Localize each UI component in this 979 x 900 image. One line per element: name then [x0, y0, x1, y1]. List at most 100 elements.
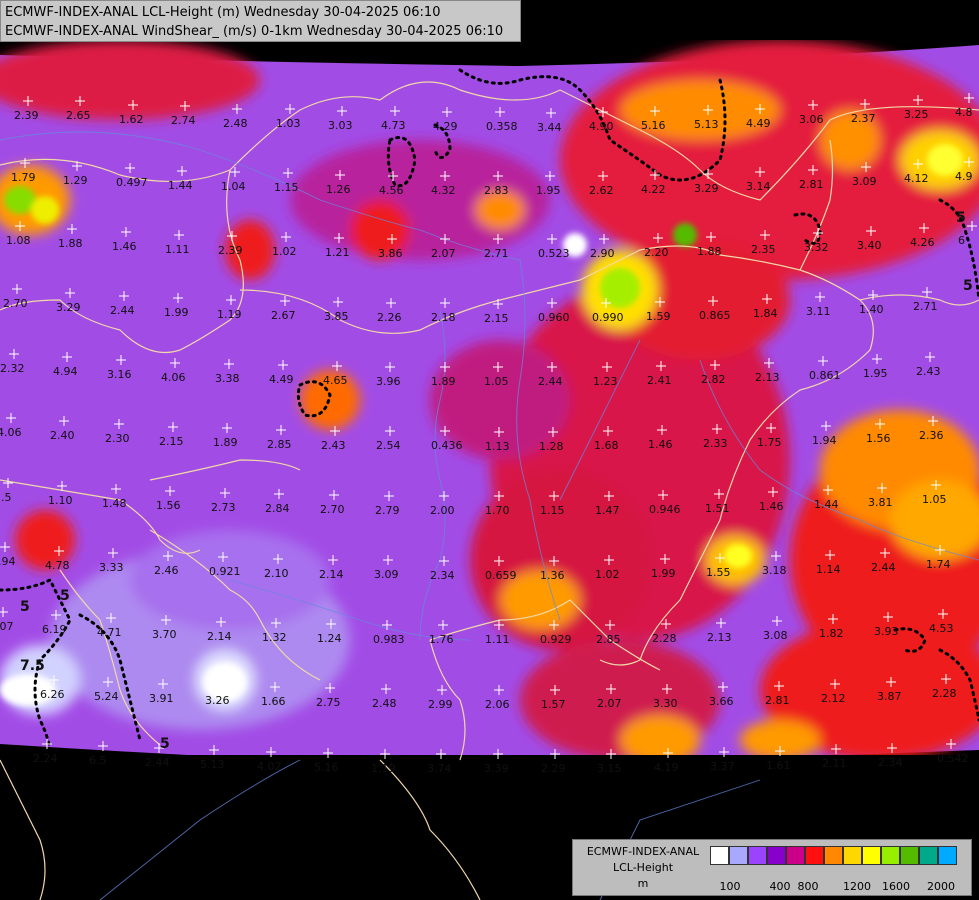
station-value: 1.84: [753, 307, 778, 320]
color-legend: ECMWF-INDEX-ANAL LCL-Height m 100 400 800 1…: [572, 839, 972, 896]
station-value: 3.81: [868, 496, 893, 509]
station-value: 2.29: [541, 762, 566, 775]
station-value: 5.16: [641, 119, 666, 132]
station-value: 2.43: [321, 439, 346, 452]
station-value: 2.39: [14, 109, 39, 122]
station-value: 2.40: [50, 429, 75, 442]
station-value: 1.56: [156, 499, 181, 512]
station-value: 0.542: [937, 752, 969, 765]
station-value: 2.12: [821, 692, 846, 705]
station-value: 3.25: [904, 108, 929, 121]
station-value: 2.81: [765, 694, 790, 707]
station-value: 1.08: [6, 234, 31, 247]
station-value: 1.94: [812, 434, 837, 447]
station-value: 0.946: [649, 503, 681, 516]
station-value: 2.44: [538, 375, 563, 388]
station-value: 2.37: [851, 112, 876, 125]
legend-swatch: [919, 846, 938, 865]
station-value: 3.09: [374, 568, 399, 581]
station-value: 2.14: [207, 630, 232, 643]
station-value: 2.20: [644, 246, 669, 259]
station-value: 1.99: [651, 567, 676, 580]
station-value: 3.33: [99, 561, 124, 574]
station-value: 1.94: [0, 555, 16, 568]
station-value: 2.14: [319, 568, 344, 581]
station-value: 1.21: [325, 246, 350, 259]
legend-tick: 1200: [843, 880, 871, 893]
station-value: 2.81: [799, 178, 824, 191]
station-value: 2.84: [265, 502, 290, 515]
station-value: 5.16: [314, 761, 339, 774]
station-value: 2.44: [871, 561, 896, 574]
station-value: 3.37: [710, 760, 735, 773]
station-value: 2.73: [211, 501, 236, 514]
station-value: 2.07: [0, 620, 14, 633]
legend-swatch: [824, 846, 843, 865]
station-value: 3.91: [149, 692, 174, 705]
station-value: 2.71: [484, 247, 509, 260]
station-value: 2.71: [913, 300, 938, 313]
title-line-1: ECMWF-INDEX-ANAL LCL-Height (m) Wednesda…: [5, 5, 441, 20]
station-value: 2.74: [171, 114, 196, 127]
station-value: 2.13: [755, 371, 780, 384]
station-value: 2.30: [105, 432, 130, 445]
station-value: 4.9: [955, 170, 973, 183]
station-value: 1.05: [922, 493, 947, 506]
station-value: 3.39: [484, 762, 509, 775]
station-value: 5.24: [94, 690, 119, 703]
contour-label: 5: [20, 599, 30, 615]
station-value: 1.68: [594, 439, 619, 452]
station-value: 3.03: [328, 119, 353, 132]
station-value: 2.34: [430, 569, 455, 582]
station-value: 2.28: [932, 687, 957, 700]
station-value: 3.30: [653, 697, 678, 710]
station-value: 1.66: [261, 695, 286, 708]
station-value: 0.497: [116, 176, 148, 189]
station-value: 1.28: [539, 440, 564, 453]
station-value: 1.10: [48, 494, 73, 507]
station-value: 0.929: [540, 633, 572, 646]
station-value: 2.79: [375, 504, 400, 517]
station-value: 1.24: [317, 632, 342, 645]
station-value: 3.38: [215, 372, 240, 385]
station-value: 3.87: [877, 690, 902, 703]
station-value: 2.35: [751, 243, 776, 256]
station-value: 4.94: [53, 365, 78, 378]
station-value: 1.03: [276, 117, 301, 130]
station-value: 1.70: [485, 504, 510, 517]
station-value: 4.06: [161, 371, 186, 384]
station-value: 1.75: [757, 436, 782, 449]
station-value: 4.32: [431, 184, 456, 197]
station-value: 4.02: [257, 760, 282, 773]
station-value: 2.85: [267, 438, 292, 451]
station-value: 2.34: [878, 756, 903, 769]
station-value: 3.26: [205, 694, 230, 707]
title-line-2: ECMWF-INDEX-ANAL WindShear_ (m/s) 0-1km …: [5, 24, 504, 39]
station-value: 2.39: [218, 244, 243, 257]
station-value: 3.85: [324, 310, 349, 323]
station-value: 0.990: [592, 311, 624, 324]
legend-swatch: [938, 846, 957, 865]
station-value: 0.659: [485, 569, 517, 582]
station-value: 4.90: [589, 120, 614, 133]
station-value: 2.15: [484, 312, 509, 325]
lcl-height-field: [0, 40, 979, 755]
station-value: 3.18: [762, 564, 787, 577]
station-value: 3.06: [799, 113, 824, 126]
station-value: 1.14: [816, 563, 841, 576]
station-value: 2.00: [430, 504, 455, 517]
station-value: 2.46: [154, 564, 179, 577]
station-value: 1.55: [706, 566, 731, 579]
station-value: 2.07: [597, 697, 622, 710]
legend-swatch: [862, 846, 881, 865]
station-value: 2.36: [919, 429, 944, 442]
station-value: 0.358: [486, 120, 518, 133]
station-value: 1.13: [485, 440, 510, 453]
station-value: 1.46: [648, 438, 673, 451]
station-value: 1.19: [371, 762, 396, 775]
station-value: 2.15: [159, 435, 184, 448]
station-value: 0.436: [431, 439, 463, 452]
station-value: 2.85: [596, 633, 621, 646]
legend-swatch: [748, 846, 767, 865]
station-value: 2.07: [431, 247, 456, 260]
